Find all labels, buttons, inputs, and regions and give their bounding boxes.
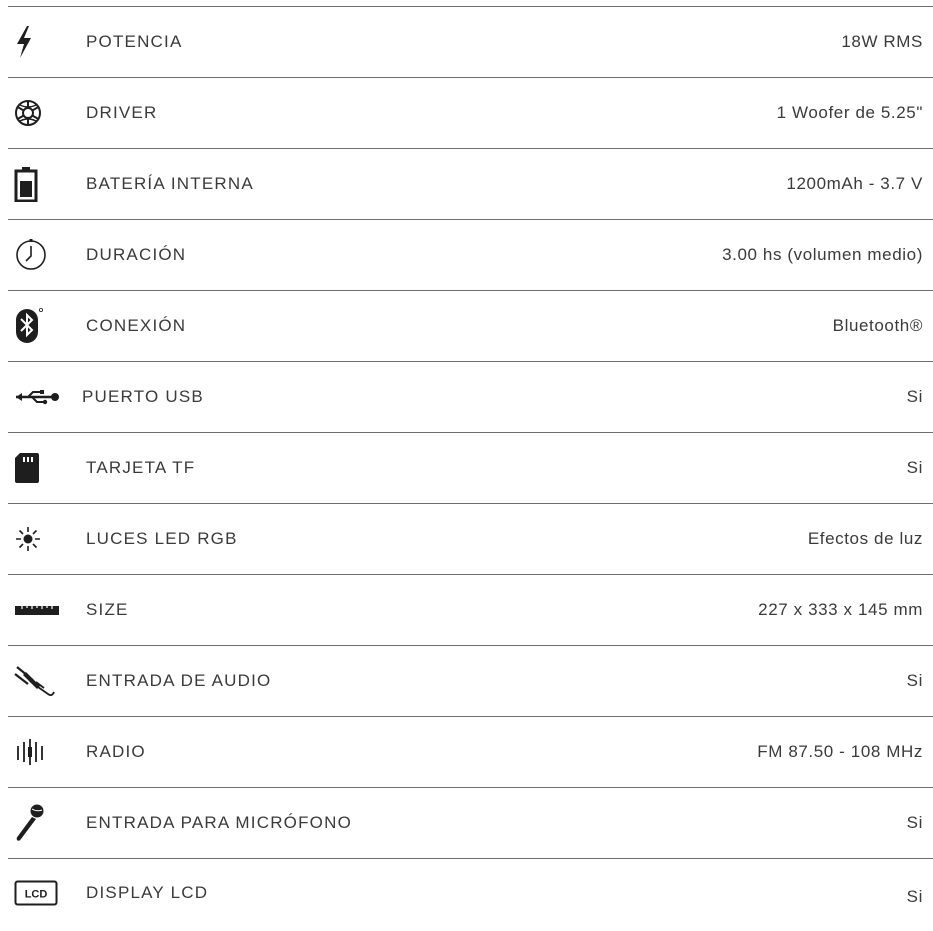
spec-value: Si xyxy=(906,387,923,406)
spec-label: DURACIÓN xyxy=(86,245,187,264)
battery-icon xyxy=(14,164,62,204)
spec-label: CONEXIÓN xyxy=(86,316,187,335)
spec-label: POTENCIA xyxy=(86,32,183,51)
usb-icon xyxy=(14,377,62,417)
spec-row-duracion: DURACIÓN 3.00 hs (volumen medio) xyxy=(8,219,933,290)
spec-value: 1200mAh - 3.7 V xyxy=(786,174,923,193)
spec-row-puerto-usb: PUERTO USB Si xyxy=(8,361,933,432)
spec-label: TARJETA TF xyxy=(86,458,196,477)
lcd-display-icon: LCD xyxy=(14,873,62,913)
spec-value: Si xyxy=(906,671,923,690)
microphone-icon xyxy=(14,803,62,843)
spec-label: RADIO xyxy=(86,742,146,761)
spec-row-conexion: CONEXIÓN Bluetooth® xyxy=(8,290,933,361)
spec-row-luces-led-rgb: LUCES LED RGB Efectos de luz xyxy=(8,503,933,574)
sd-card-icon xyxy=(14,448,62,488)
audio-cable-icon xyxy=(14,661,62,701)
spec-label: BATERÍA INTERNA xyxy=(86,174,254,193)
light-burst-icon xyxy=(14,519,62,559)
spec-row-entrada-de-audio: ENTRADA DE AUDIO Si xyxy=(8,645,933,716)
spec-value: Efectos de luz xyxy=(807,529,923,548)
ruler-icon xyxy=(14,590,62,630)
spec-value: 1 Woofer de 5.25" xyxy=(776,103,923,122)
spec-value: 3.00 hs (volumen medio) xyxy=(722,245,923,264)
spec-label: ENTRADA PARA MICRÓFONO xyxy=(86,813,353,832)
lightning-bolt-icon xyxy=(14,22,62,62)
spec-row-display-lcd: LCD DISPLAY LCD Si xyxy=(8,858,933,926)
spec-row-tarjeta-tf: TARJETA TF Si xyxy=(8,432,933,503)
spec-value: Bluetooth® xyxy=(832,316,923,335)
spec-label: PUERTO USB xyxy=(82,387,204,406)
spec-label: ENTRADA DE AUDIO xyxy=(86,671,272,690)
spec-value: FM 87.50 - 108 MHz xyxy=(757,742,923,761)
spec-row-driver: DRIVER 1 Woofer de 5.25" xyxy=(8,77,933,148)
spec-row-entrada-para-microfono: ENTRADA PARA MICRÓFONO Si xyxy=(8,787,933,858)
spec-label: DISPLAY LCD xyxy=(86,882,209,902)
clock-icon xyxy=(14,235,62,275)
bluetooth-icon xyxy=(14,306,62,346)
spec-row-bateria: BATERÍA INTERNA 1200mAh - 3.7 V xyxy=(8,148,933,219)
radio-wave-icon xyxy=(14,732,62,772)
lcd-icon-text: LCD xyxy=(25,888,48,900)
spec-value: Si xyxy=(906,886,923,906)
spec-row-potencia: POTENCIA 18W RMS xyxy=(8,6,933,77)
speaker-driver-icon xyxy=(14,93,62,133)
spec-row-size: SIZE 227 x 333 x 145 mm xyxy=(8,574,933,645)
spec-table: POTENCIA 18W RMS DRIVER 1 Woofer de 5.25… xyxy=(8,6,933,926)
spec-value: Si xyxy=(906,458,923,477)
spec-label: SIZE xyxy=(86,600,129,619)
spec-value: Si xyxy=(906,813,923,832)
spec-row-radio: RADIO FM 87.50 - 108 MHz xyxy=(8,716,933,787)
spec-value: 18W RMS xyxy=(841,32,923,51)
spec-label: LUCES LED RGB xyxy=(86,529,238,548)
spec-label: DRIVER xyxy=(86,103,158,122)
spec-value: 227 x 333 x 145 mm xyxy=(758,600,923,619)
